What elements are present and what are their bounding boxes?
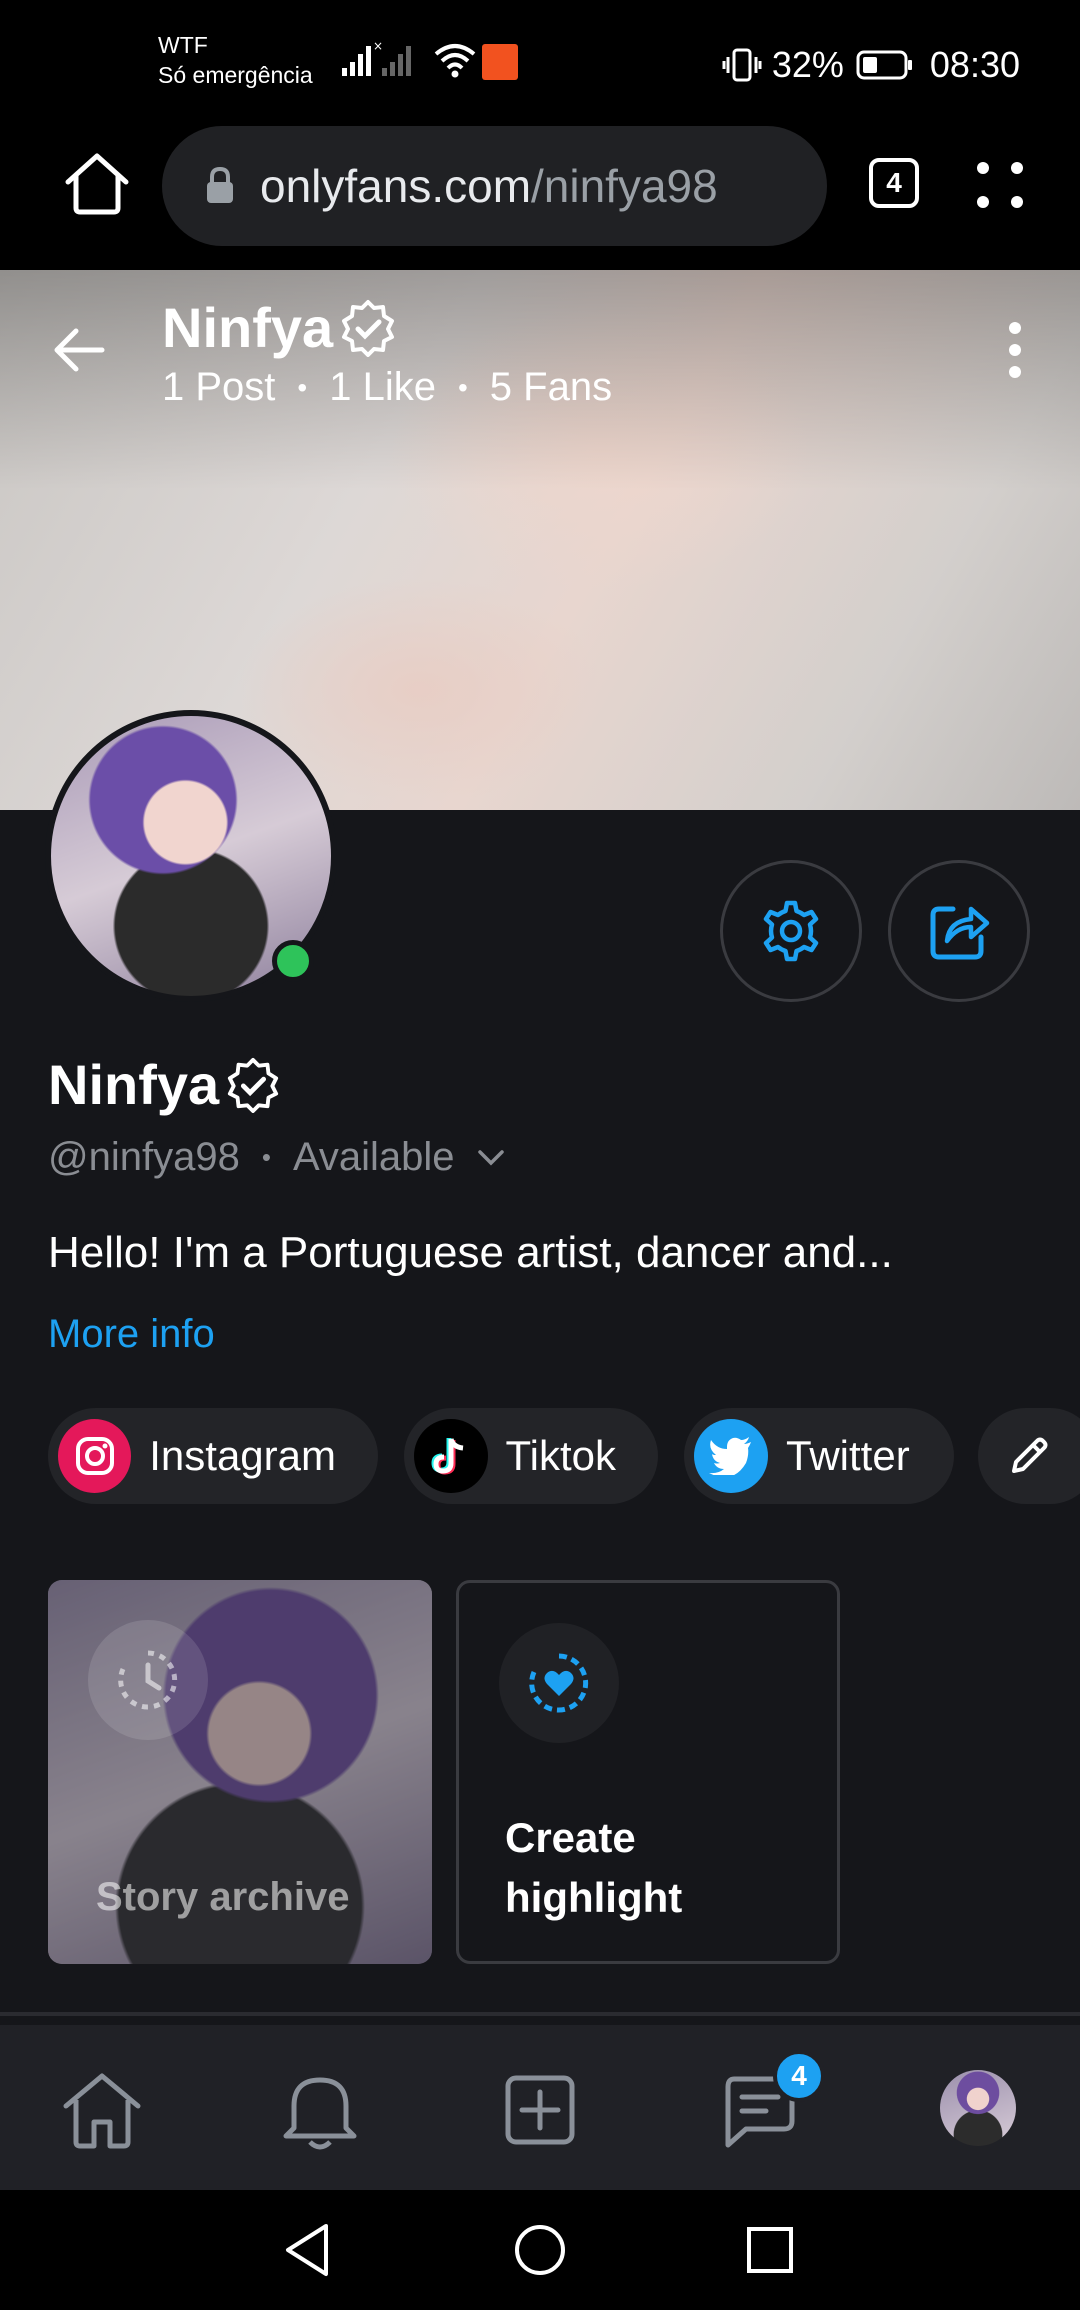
posts-count: 1 Post <box>162 365 276 409</box>
social-label: Tiktok <box>505 1432 616 1479</box>
display-name: Ninfya <box>48 1053 220 1116</box>
battery-percent: 32% <box>771 44 844 85</box>
chevron-down-icon <box>477 1149 504 1165</box>
story-archive-icon <box>88 1620 208 1740</box>
carrier-status: Só emergência <box>158 62 313 88</box>
address-bar[interactable]: onlyfans.com/ninfya98 <box>162 126 827 246</box>
url-path: /ninfya98 <box>531 160 718 212</box>
create-highlight-card[interactable]: Create highlight <box>456 1580 840 1964</box>
browser-home-icon[interactable] <box>62 150 132 216</box>
username-handle: @ninfya98 <box>48 1135 240 1179</box>
pencil-icon <box>1012 1437 1048 1473</box>
social-label: Twitter <box>786 1432 910 1479</box>
clock: 08:30 <box>929 44 1020 85</box>
status-right: 32% 08:30 <box>722 40 1020 90</box>
verified-icon <box>228 1057 279 1113</box>
bio-text: Hello! I'm a Portuguese artist, dancer a… <box>48 1228 893 1277</box>
nav-home[interactable] <box>57 2065 147 2155</box>
profile-name: Ninfya <box>48 1052 281 1117</box>
app-bottom-nav <box>0 2025 1080 2190</box>
gear-icon <box>763 900 819 962</box>
vibrate-icon <box>722 48 762 82</box>
settings-button[interactable] <box>720 860 862 1002</box>
cover-title: Ninfya <box>162 295 397 360</box>
highlight-heart-icon <box>499 1623 619 1743</box>
cover-stats: 1 Post • 1 Like • 5 Fans <box>162 365 612 410</box>
nav-add-post[interactable] <box>495 2065 585 2155</box>
tab-switcher-button[interactable]: 4 <box>869 158 919 208</box>
story-archive-label: Story archive <box>96 1875 350 1919</box>
nav-notifications[interactable] <box>275 2065 365 2155</box>
social-link-tiktok[interactable]: Tiktok <box>404 1408 658 1504</box>
divider <box>0 2012 1080 2016</box>
separator-dot: • <box>457 371 468 403</box>
separator-dot: • <box>297 371 308 403</box>
system-nav-bar <box>0 2190 1080 2310</box>
back-arrow-icon[interactable] <box>52 325 108 375</box>
lock-icon <box>207 166 233 203</box>
home-circle-icon[interactable] <box>512 2222 568 2278</box>
back-triangle-icon[interactable] <box>280 2220 336 2280</box>
browser-menu-icon[interactable] <box>975 160 1025 210</box>
twitter-icon <box>694 1419 768 1493</box>
availability-label: Available <box>292 1135 455 1179</box>
battery-icon <box>856 50 912 80</box>
signal-icon: × <box>342 40 411 76</box>
browser-toolbar: onlyfans.com/ninfya98 4 <box>0 120 1080 270</box>
share-profile-button[interactable] <box>888 860 1030 1002</box>
separator-dot: • <box>261 1142 271 1172</box>
app-notification-icon <box>482 44 518 80</box>
fans-count: 5 Fans <box>489 365 613 409</box>
status-bar: WTF Só emergência × 32% 08:30 <box>0 0 1080 120</box>
story-archive-card[interactable]: Story archive <box>48 1580 432 1964</box>
home-icon <box>63 2073 141 2149</box>
availability-dropdown[interactable]: Available <box>293 1135 505 1180</box>
more-options-icon[interactable] <box>1000 320 1030 380</box>
create-highlight-label: Create highlight <box>505 1814 683 1921</box>
url-domain: onlyfans.com <box>260 160 532 212</box>
bell-icon <box>283 2077 357 2150</box>
carrier-name: WTF <box>158 32 208 58</box>
recents-square-icon[interactable] <box>744 2224 796 2276</box>
social-link-twitter[interactable]: Twitter <box>684 1408 954 1504</box>
more-info-link[interactable]: More info <box>48 1312 215 1357</box>
messages-badge: 4 <box>773 2050 825 2102</box>
handle-row: @ninfya98 • Available <box>48 1135 505 1180</box>
instagram-icon <box>58 1419 132 1493</box>
carrier-info: WTF Só emergência <box>158 30 313 90</box>
verified-icon <box>342 299 395 357</box>
svg-text:×: × <box>373 40 383 53</box>
likes-count: 1 Like <box>329 365 436 409</box>
wifi-icon <box>434 44 476 78</box>
tiktok-icon <box>414 1419 488 1493</box>
social-label: Instagram <box>149 1432 336 1479</box>
online-status-indicator <box>272 940 314 982</box>
url-text: onlyfans.com/ninfya98 <box>260 159 718 213</box>
cover-name: Ninfya <box>162 296 334 359</box>
nav-profile-avatar[interactable] <box>940 2070 1016 2146</box>
social-link-instagram[interactable]: Instagram <box>48 1408 378 1504</box>
edit-social-links-button[interactable] <box>978 1408 1080 1504</box>
add-post-icon <box>505 2075 575 2145</box>
share-icon <box>930 906 990 960</box>
